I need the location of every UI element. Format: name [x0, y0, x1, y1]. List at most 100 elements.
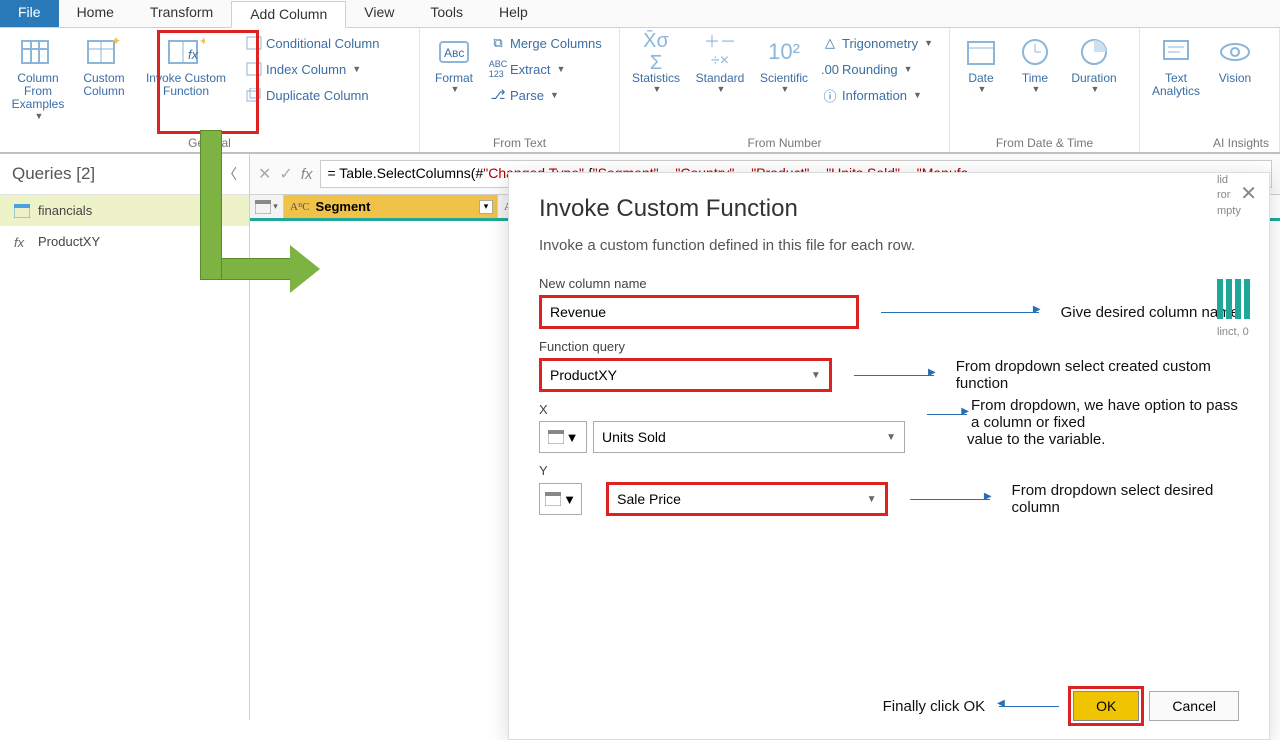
stats-icon: X̄σΣ — [637, 34, 675, 70]
conditional-icon — [246, 35, 262, 51]
dialog-title: Invoke Custom Function — [539, 195, 1239, 223]
invoke-custom-function-button[interactable]: fx✦ Invoke Custom Function — [138, 32, 234, 100]
parse-icon: ⎇ — [490, 87, 506, 103]
format-icon: Aʙᴄ — [435, 34, 473, 70]
information-button[interactable]: ⓘInformation▼ — [818, 84, 937, 106]
label: Rounding — [842, 62, 898, 77]
label: Vision — [1219, 72, 1251, 85]
table-icon — [14, 204, 30, 218]
annotation: From dropdown select created custom func… — [956, 358, 1239, 392]
menu-transform[interactable]: Transform — [132, 0, 231, 27]
accept-formula-button[interactable]: ✓ — [279, 164, 292, 184]
empty-label: mpty — [1217, 204, 1267, 219]
format-button[interactable]: Aʙᴄ Format▼ — [426, 32, 482, 97]
queries-title: Queries [2] — [12, 164, 95, 184]
duration-button[interactable]: Duration▼ — [1064, 32, 1124, 97]
extract-button[interactable]: ABC123Extract▼ — [486, 58, 606, 80]
menu-add-column[interactable]: Add Column — [231, 1, 346, 28]
value: Units Sold — [602, 429, 666, 445]
fx-icon: fx — [14, 235, 30, 249]
menu-file[interactable]: File — [0, 0, 59, 27]
label: Extract — [510, 62, 550, 77]
group-label: From Date & Time — [956, 136, 1133, 152]
x-column-select[interactable]: Units Sold ▼ — [593, 421, 905, 453]
chevron-down-icon: ▼ — [35, 112, 44, 122]
trig-icon: △ — [822, 35, 838, 51]
grid-corner[interactable]: ▾ — [250, 195, 284, 218]
y-column-select[interactable]: Sale Price ▼ — [606, 482, 887, 516]
invoke-custom-function-dialog: ✕ Invoke Custom Function Invoke a custom… — [508, 172, 1270, 740]
text-analytics-button[interactable]: Text Analytics — [1146, 32, 1206, 100]
menu-help[interactable]: Help — [481, 0, 546, 27]
chevron-down-icon: ▼ — [811, 370, 821, 381]
custom-column-button[interactable]: ✦ Custom Column — [74, 32, 134, 100]
table-fx-icon: fx✦ — [167, 34, 205, 70]
vision-button[interactable]: Vision — [1210, 32, 1260, 87]
parse-button[interactable]: ⎇Parse▼ — [486, 84, 606, 106]
main-area: ✕ ✓ fx = Table.SelectColumns(#"Changed T… — [250, 154, 1280, 720]
label: Index Column — [266, 62, 346, 77]
menu-view[interactable]: View — [346, 0, 412, 27]
chevron-down-icon: ▼ — [1091, 85, 1100, 95]
info-icon: ⓘ — [822, 87, 838, 103]
calendar-icon — [962, 34, 1000, 70]
menu-tools[interactable]: Tools — [412, 0, 481, 27]
chevron-down-icon: ▼ — [451, 85, 460, 95]
chevron-down-icon: ▼ — [717, 85, 726, 95]
annotation: Finally click OK — [883, 698, 986, 715]
ribbon-group-datetime: Date▼ Time▼ Duration▼ From Date & Time — [950, 28, 1140, 152]
dialog-subtitle: Invoke a custom function defined in this… — [539, 237, 1239, 254]
valid-label: lid — [1217, 173, 1267, 188]
group-label: From Number — [626, 136, 943, 152]
annotation-arrow — [200, 130, 222, 280]
y-type-select[interactable]: ▼ — [539, 483, 582, 515]
index-icon — [246, 61, 262, 77]
label: Conditional Column — [266, 36, 379, 51]
ok-button[interactable]: OK — [1073, 691, 1139, 721]
menu-home[interactable]: Home — [59, 0, 132, 27]
function-query-select[interactable]: ProductXY▼ — [539, 358, 832, 392]
value: Sale Price — [617, 491, 681, 507]
x-type-select[interactable]: ▼ — [539, 421, 587, 453]
rounding-icon: .00 — [822, 61, 838, 77]
table-star-icon — [19, 34, 57, 70]
error-label: ror — [1217, 188, 1267, 203]
new-column-name-input[interactable] — [539, 295, 859, 329]
chevron-down-icon: ▼ — [1032, 85, 1041, 95]
duration-icon — [1075, 34, 1113, 70]
standard-button[interactable]: ＋－÷× Standard▼ — [690, 32, 750, 97]
cancel-formula-button[interactable]: ✕ — [258, 164, 271, 184]
chevron-down-icon: ▼ — [867, 494, 877, 505]
duplicate-column-button[interactable]: Duplicate Column — [242, 84, 383, 106]
index-column-button[interactable]: Index Column▼ — [242, 58, 383, 80]
duplicate-icon — [246, 87, 262, 103]
chevron-down-icon: ▼ — [653, 85, 662, 95]
rounding-button[interactable]: .00 Rounding ▼ — [818, 58, 937, 80]
chevron-down-icon: ▼ — [978, 85, 987, 95]
collapse-panel-button[interactable]: 〈 — [223, 164, 237, 184]
time-button[interactable]: Time▼ — [1010, 32, 1060, 97]
chevron-down-icon: ▼ — [913, 90, 922, 100]
svg-text:✦: ✦ — [199, 37, 205, 48]
svg-text:✦: ✦ — [111, 37, 121, 48]
column-from-examples-button[interactable]: Column From Examples▼ — [6, 32, 70, 123]
filter-dropdown[interactable]: ▾ — [479, 200, 493, 214]
distinct-label: linct, 0 — [1217, 325, 1267, 340]
chevron-down-icon: ▼ — [904, 64, 913, 74]
merge-columns-button[interactable]: ⧉Merge Columns — [486, 32, 606, 54]
type-icon: AᴮC — [290, 201, 310, 213]
trigonometry-button[interactable]: △Trigonometry▼ — [818, 32, 937, 54]
ribbon: Column From Examples▼ ✦ Custom Column fx… — [0, 28, 1280, 154]
label: Text Analytics — [1148, 72, 1204, 98]
column-segment[interactable]: AᴮCSegment▾ — [284, 195, 498, 218]
ribbon-group-ai: Text Analytics Vision AI Insights — [1140, 28, 1280, 152]
cancel-button[interactable]: Cancel — [1149, 691, 1239, 721]
column-stats-strip: lid ror mpty linct, 0 — [1217, 173, 1267, 341]
statistics-button[interactable]: X̄σΣ Statistics▼ — [626, 32, 686, 97]
ribbon-group-number: X̄σΣ Statistics▼ ＋－÷× Standard▼ 10² Scie… — [620, 28, 950, 152]
chevron-down-icon: ▼ — [886, 432, 896, 443]
scientific-button[interactable]: 10² Scientific▼ — [754, 32, 814, 97]
label: Invoke Custom Function — [140, 72, 232, 98]
date-button[interactable]: Date▼ — [956, 32, 1006, 97]
conditional-column-button[interactable]: Conditional Column — [242, 32, 383, 54]
